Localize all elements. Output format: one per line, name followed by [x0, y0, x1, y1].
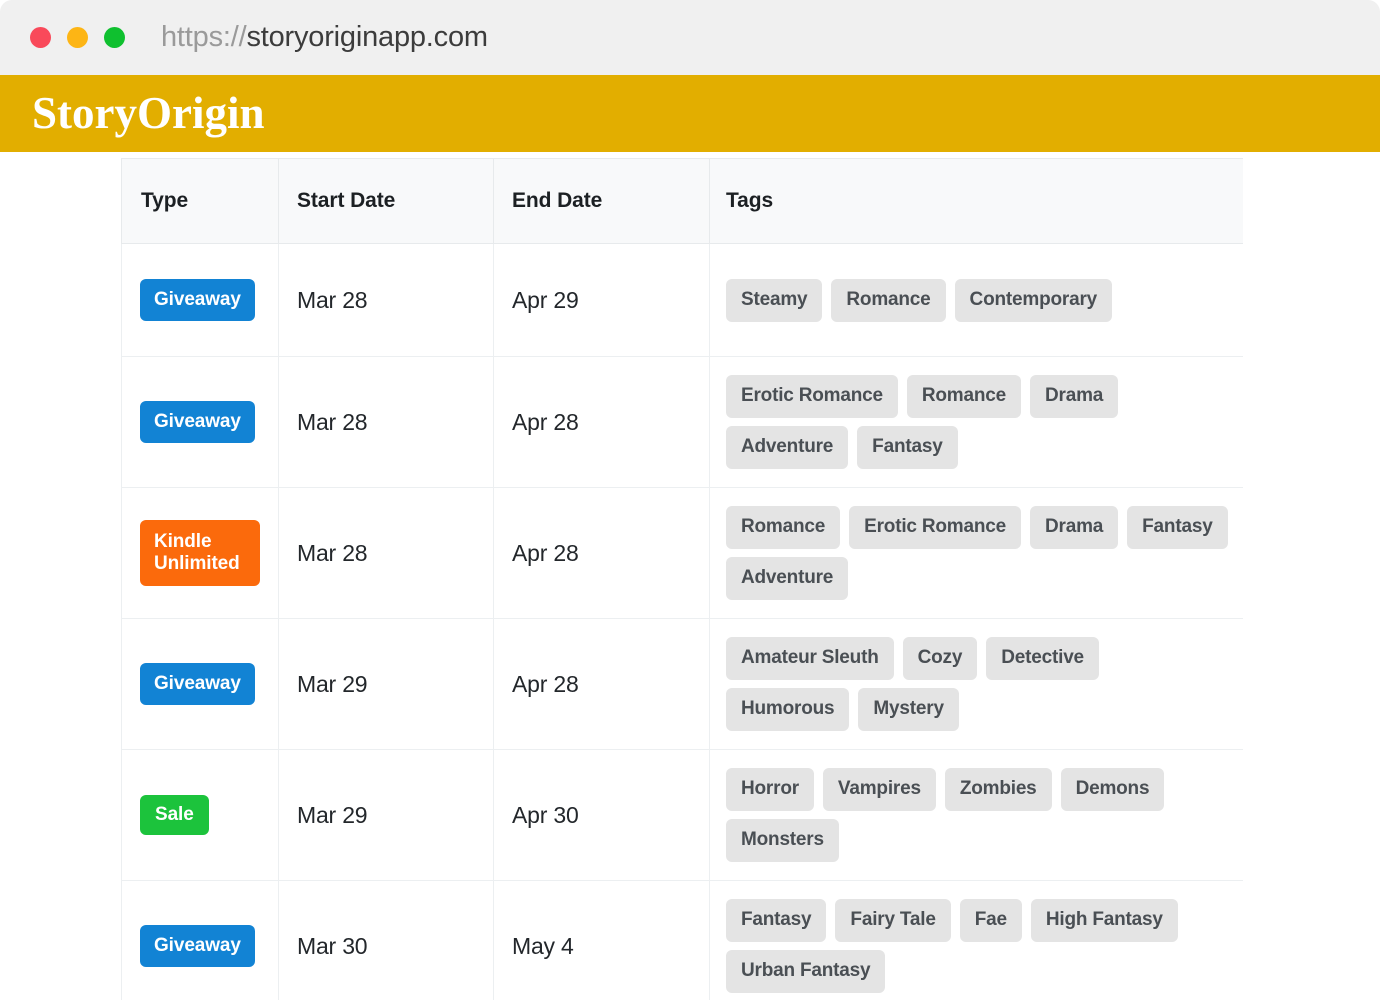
tag-pill[interactable]: Urban Fantasy: [726, 950, 886, 993]
site-header: StoryOrigin: [0, 75, 1380, 152]
cell-end-date: Apr 29: [493, 243, 710, 357]
table-header: Type Start Date End Date Tags: [121, 158, 1243, 244]
table-body: Giveaway Mar 28 Apr 29 Steamy Romance Contemp…: [121, 243, 1243, 1000]
column-header-tags[interactable]: Tags: [709, 158, 1243, 244]
cell-start-date: Mar 29: [278, 618, 494, 750]
tag-pill[interactable]: Demons: [1060, 768, 1165, 811]
tag-pill[interactable]: Romance: [726, 506, 841, 549]
table-row[interactable]: Sale Mar 29 Apr 30 Horror Vampires Zombies Dem…: [121, 749, 1243, 881]
column-header-type[interactable]: Type: [121, 158, 279, 244]
table-row[interactable]: Giveaway Mar 28 Apr 29 Steamy Romance Contemp…: [121, 243, 1243, 357]
tag-pill[interactable]: Fairy Tale: [835, 899, 951, 942]
promo-type-badge-giveaway[interactable]: Giveaway: [140, 279, 255, 321]
brand-logo[interactable]: StoryOrigin: [32, 91, 265, 136]
cell-tags: Romance Erotic Romance Drama Fantasy Adventu…: [709, 487, 1243, 619]
tag-pill[interactable]: Romance: [831, 278, 946, 322]
tag-list: Amateur Sleuth Cozy Detective Humorous Myste…: [726, 637, 1229, 731]
table-header-row: Type Start Date End Date Tags: [121, 158, 1243, 244]
cell-type: Giveaway: [121, 243, 279, 357]
promo-type-badge-kindle[interactable]: Kindle Unlimited: [140, 520, 260, 586]
tag-pill[interactable]: Romance: [906, 375, 1021, 418]
close-window-icon[interactable]: [30, 27, 51, 48]
cell-end-date: Apr 28: [493, 356, 710, 488]
tag-pill[interactable]: Contemporary: [954, 278, 1113, 322]
cell-tags: Fantasy Fairy Tale Fae High Fantasy Urban Fa…: [709, 880, 1243, 1000]
tag-pill[interactable]: Zombies: [944, 768, 1052, 811]
badge-line-1: Kindle: [154, 531, 212, 553]
column-header-end-date[interactable]: End Date: [493, 158, 710, 244]
cell-start-date: Mar 30: [278, 880, 494, 1000]
cell-end-date: Apr 28: [493, 618, 710, 750]
address-bar[interactable]: https://storyoriginapp.com: [161, 21, 488, 54]
tag-pill[interactable]: Humorous: [726, 688, 850, 731]
tag-pill[interactable]: Fantasy: [857, 426, 958, 469]
cell-tags: Erotic Romance Romance Drama Adventure Fanta…: [709, 356, 1243, 488]
promo-type-badge-giveaway[interactable]: Giveaway: [140, 401, 255, 443]
tag-pill[interactable]: Vampires: [822, 768, 936, 811]
cell-start-date: Mar 28: [278, 487, 494, 619]
table-row[interactable]: Giveaway Mar 29 Apr 28 Amateur Sleuth Cozy De…: [121, 618, 1243, 750]
tag-pill[interactable]: Drama: [1030, 375, 1119, 418]
cell-type: Giveaway: [121, 618, 279, 750]
tag-pill[interactable]: Erotic Romance: [726, 375, 898, 418]
badge-line-2: Unlimited: [154, 553, 240, 574]
tag-pill[interactable]: Mystery: [858, 688, 959, 731]
tag-pill[interactable]: Detective: [986, 637, 1099, 680]
tag-pill[interactable]: Cozy: [902, 637, 978, 680]
tag-pill[interactable]: Amateur Sleuth: [726, 637, 894, 680]
tag-list: Horror Vampires Zombies Demons Monsters: [726, 768, 1229, 862]
tag-pill[interactable]: Horror: [726, 768, 814, 811]
cell-start-date: Mar 28: [278, 356, 494, 488]
tag-pill[interactable]: Fae: [959, 899, 1022, 942]
column-header-start-date[interactable]: Start Date: [278, 158, 494, 244]
cell-type: Giveaway: [121, 356, 279, 488]
tag-pill[interactable]: Adventure: [726, 426, 849, 469]
cell-tags: Amateur Sleuth Cozy Detective Humorous Myste…: [709, 618, 1243, 750]
browser-chrome: https://storyoriginapp.com: [0, 0, 1380, 75]
cell-type: Sale: [121, 749, 279, 881]
table-row[interactable]: Giveaway Mar 30 May 4 Fantasy Fairy Tale Fae H…: [121, 880, 1243, 1000]
window-controls: [30, 27, 125, 48]
tag-pill[interactable]: Fantasy: [1127, 506, 1228, 549]
tag-list: Erotic Romance Romance Drama Adventure Fanta…: [726, 375, 1229, 469]
promotions-table-container: Type Start Date End Date Tags Giveaway Ma…: [121, 158, 1243, 1000]
cell-start-date: Mar 28: [278, 243, 494, 357]
tag-list: Romance Erotic Romance Drama Fantasy Adventu…: [726, 506, 1229, 600]
tag-pill[interactable]: Monsters: [726, 819, 839, 862]
cell-end-date: Apr 30: [493, 749, 710, 881]
promo-type-badge-giveaway[interactable]: Giveaway: [140, 925, 255, 967]
maximize-window-icon[interactable]: [104, 27, 125, 48]
tag-pill[interactable]: Erotic Romance: [849, 506, 1021, 549]
cell-start-date: Mar 29: [278, 749, 494, 881]
cell-type: Kindle Unlimited: [121, 487, 279, 619]
tag-list: Steamy Romance Contemporary: [726, 278, 1229, 322]
tag-pill[interactable]: Drama: [1030, 506, 1119, 549]
promotions-table: Type Start Date End Date Tags Giveaway Ma…: [121, 158, 1243, 1000]
tag-pill[interactable]: Adventure: [726, 557, 849, 600]
tag-pill[interactable]: High Fantasy: [1030, 899, 1178, 942]
table-row[interactable]: Kindle Unlimited Mar 28 Apr 28 Romance Erotic…: [121, 487, 1243, 619]
cell-end-date: May 4: [493, 880, 710, 1000]
promo-type-badge-giveaway[interactable]: Giveaway: [140, 663, 255, 705]
cell-end-date: Apr 28: [493, 487, 710, 619]
cell-tags: Steamy Romance Contemporary: [709, 243, 1243, 357]
table-row[interactable]: Giveaway Mar 28 Apr 28 Erotic Romance Romanc…: [121, 356, 1243, 488]
cell-type: Giveaway: [121, 880, 279, 1000]
cell-tags: Horror Vampires Zombies Demons Monsters: [709, 749, 1243, 881]
tag-pill[interactable]: Steamy: [726, 278, 823, 322]
promo-type-badge-sale[interactable]: Sale: [140, 795, 209, 835]
url-scheme: https://: [161, 21, 247, 53]
minimize-window-icon[interactable]: [67, 27, 88, 48]
tag-pill[interactable]: Fantasy: [726, 899, 827, 942]
url-host: storyoriginapp.com: [246, 21, 488, 53]
tag-list: Fantasy Fairy Tale Fae High Fantasy Urban Fa…: [726, 899, 1229, 993]
